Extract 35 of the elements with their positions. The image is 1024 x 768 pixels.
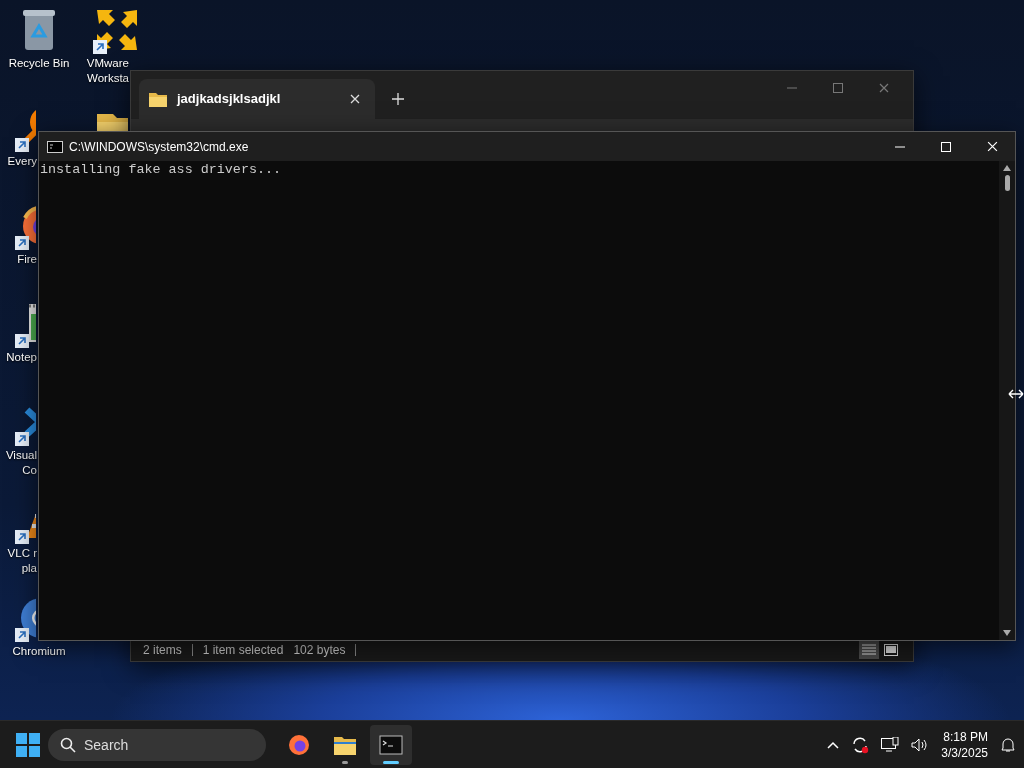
resize-cursor-icon <box>1008 389 1024 399</box>
window-title: C:\WINDOWS\system32\cmd.exe <box>69 138 249 156</box>
chevron-up-icon[interactable] <box>827 740 840 749</box>
scroll-up-icon[interactable] <box>1003 165 1011 171</box>
desktop-icon-label: VLC r pla <box>6 546 37 576</box>
scroll-down-icon[interactable] <box>1003 630 1011 636</box>
item-count: 2 items <box>143 642 182 659</box>
explorer-tab[interactable]: jadjkadsjklsadjkl <box>139 79 375 119</box>
desktop-icon-label: Visual Co <box>4 448 37 478</box>
desktop-icon-label: VMware Worksta <box>85 56 129 86</box>
folder-icon <box>149 91 167 107</box>
selection-size: 102 bytes <box>293 642 346 659</box>
notification-bell-icon[interactable] <box>1000 736 1016 753</box>
desktop-icon-label: Recycle Bin <box>8 56 70 71</box>
start-button[interactable] <box>16 732 40 757</box>
desktop-icon-label: Fire <box>16 252 37 267</box>
console-output: installing fake ass drivers... <box>40 161 283 179</box>
network-icon[interactable] <box>881 736 900 753</box>
details-view-icon[interactable] <box>859 641 879 659</box>
search-icon <box>60 736 76 753</box>
scroll-thumb[interactable] <box>1004 175 1010 191</box>
speaker-icon[interactable] <box>911 737 930 752</box>
desktop-icon-label: Every <box>6 154 37 169</box>
sync-icon[interactable] <box>851 735 870 754</box>
taskbar-app[interactable] <box>370 724 412 765</box>
clock[interactable]: 8:18 PM 3/3/2025 <box>941 728 988 761</box>
search-field[interactable]: Search <box>48 728 266 761</box>
desktop-icon-label: Chromium <box>12 644 66 659</box>
terminal-icon <box>379 732 403 757</box>
tiles-view-icon[interactable] <box>881 641 901 659</box>
desktop-icon-label: Notep <box>5 350 37 365</box>
scrollbar[interactable] <box>999 161 1015 640</box>
selection-info: 1 item selected <box>202 642 284 659</box>
browser-globe-icon <box>287 732 311 757</box>
console-icon <box>47 140 63 153</box>
